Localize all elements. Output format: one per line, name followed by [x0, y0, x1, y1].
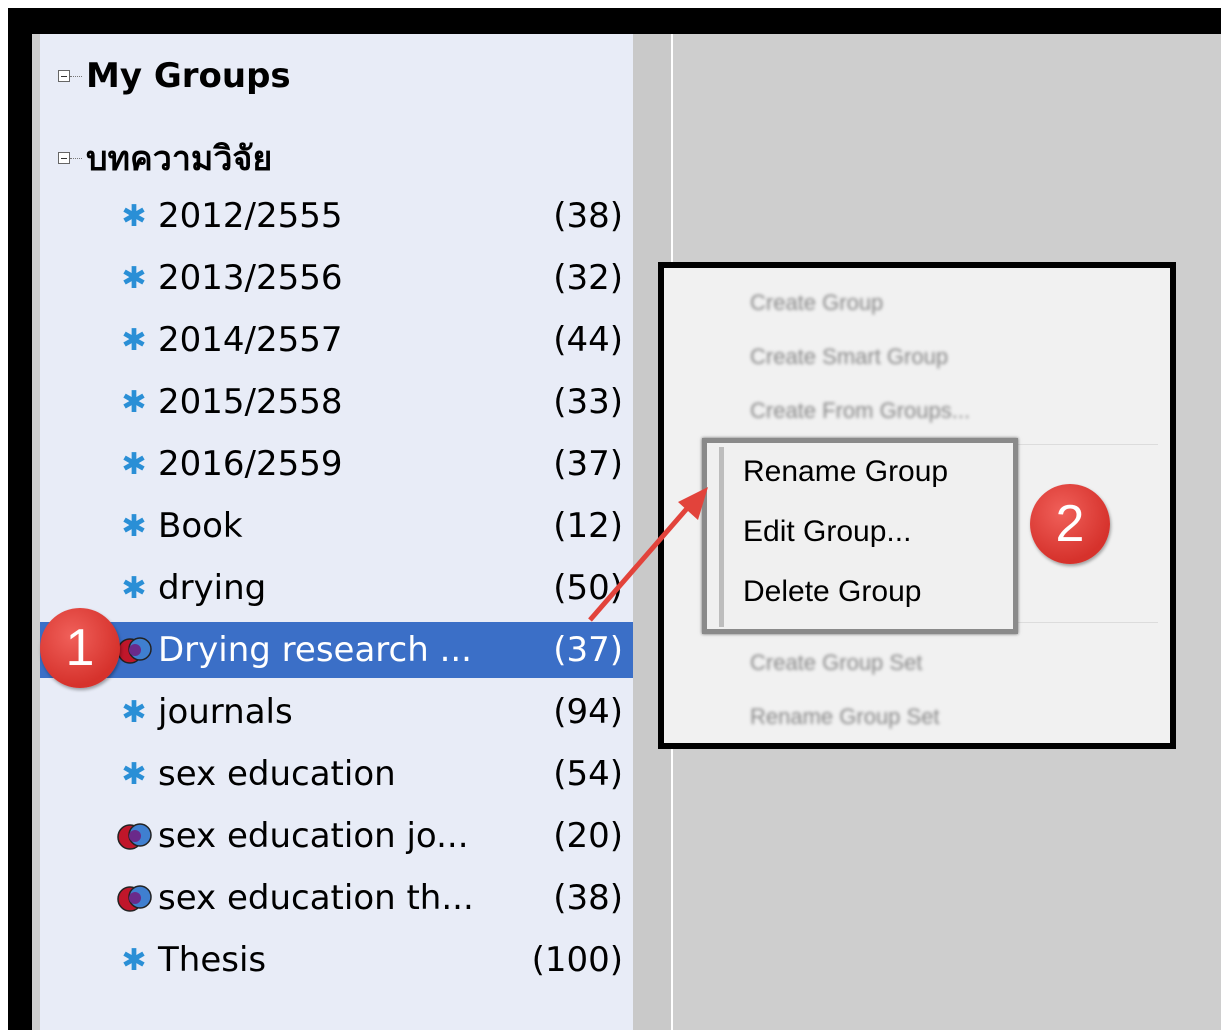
arrow-line [588, 503, 692, 622]
callout-badge-2: 2 [1030, 484, 1110, 564]
callout-badge-1: 1 [40, 608, 120, 688]
